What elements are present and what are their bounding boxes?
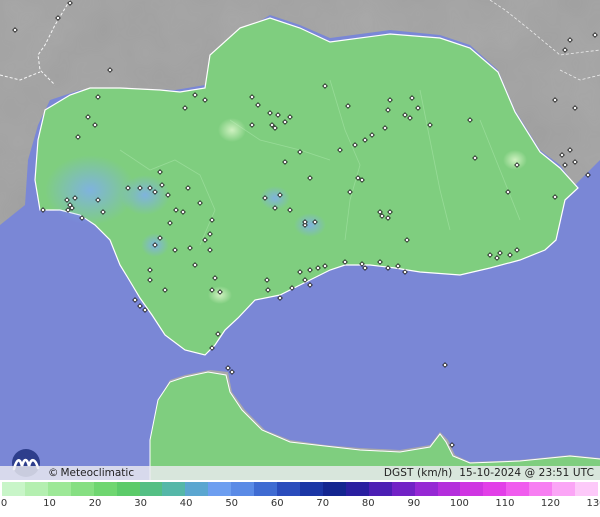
legend-color-swatch: [277, 482, 300, 496]
legend-color-swatch: [93, 482, 117, 496]
legend-tick-label: 60: [270, 498, 284, 509]
legend-color-swatch: [185, 482, 209, 496]
legend-color-swatch: [552, 482, 576, 496]
legend-color-swatch: [575, 482, 598, 496]
legend-tick-label: 20: [88, 498, 102, 509]
legend-color-bar: [2, 482, 598, 496]
legend-color-swatch: [529, 482, 553, 496]
legend-color-swatch: [24, 482, 48, 496]
legend-color-swatch: [2, 482, 25, 496]
legend-color-swatch: [437, 482, 461, 496]
legend-color-swatch: [368, 482, 392, 496]
legend-tick-label: 50: [225, 498, 239, 509]
legend-color-swatch: [483, 482, 507, 496]
brand: © Meteoclimatic: [48, 466, 134, 480]
legend-tick-label: 120: [540, 498, 560, 509]
copyright-symbol: ©: [48, 467, 59, 479]
legend-color-swatch: [231, 482, 255, 496]
legend-color-swatch: [208, 482, 232, 496]
legend-tick-label: 110: [495, 498, 515, 509]
legend-color-swatch: [322, 482, 346, 496]
legend-color-swatch: [162, 482, 186, 496]
product-info: DGST (km/h) 15-10-2024 @ 23:51 UTC: [384, 466, 594, 480]
legend-tick-label: 30: [134, 498, 147, 509]
legend-ticks: 0 10 20 30 40 50 60 70 80 90 100 110 120 130: [0, 498, 600, 512]
legend-color-swatch: [254, 482, 278, 496]
timestamp: 15-10-2024 @ 23:51 UTC: [459, 467, 594, 479]
legend-tick-label: 10: [43, 498, 56, 509]
legend-color-swatch: [70, 482, 94, 496]
legend-tick-label: 70: [316, 498, 330, 509]
legend-tick-label: 130: [586, 498, 600, 509]
legend-color-swatch: [460, 482, 484, 496]
product-name: DGST (km/h): [383, 467, 453, 479]
color-legend: 0 10 20 30 40 50 60 70 80 90 100 110 120 130: [0, 480, 600, 517]
legend-color-swatch: [116, 482, 140, 496]
legend-color-swatch: [391, 482, 415, 496]
legend-color-swatch: [299, 482, 323, 496]
legend-color-swatch: [506, 482, 530, 496]
map-footer: © Meteoclimatic DGST (km/h) 15-10-2024 @ …: [0, 466, 600, 480]
weather-map[interactable]: [0, 0, 600, 517]
legend-tick-label: 40: [179, 498, 193, 509]
legend-color-swatch: [139, 482, 163, 496]
legend-color-swatch: [414, 482, 438, 496]
legend-tick-label: 80: [361, 498, 375, 509]
legend-tick-label: 90: [407, 498, 421, 509]
legend-tick-label: 100: [449, 498, 469, 509]
brand-name: Meteoclimatic: [60, 467, 135, 479]
legend-tick-label: 0: [0, 498, 8, 509]
legend-color-swatch: [345, 482, 369, 496]
legend-color-swatch: [47, 482, 71, 496]
